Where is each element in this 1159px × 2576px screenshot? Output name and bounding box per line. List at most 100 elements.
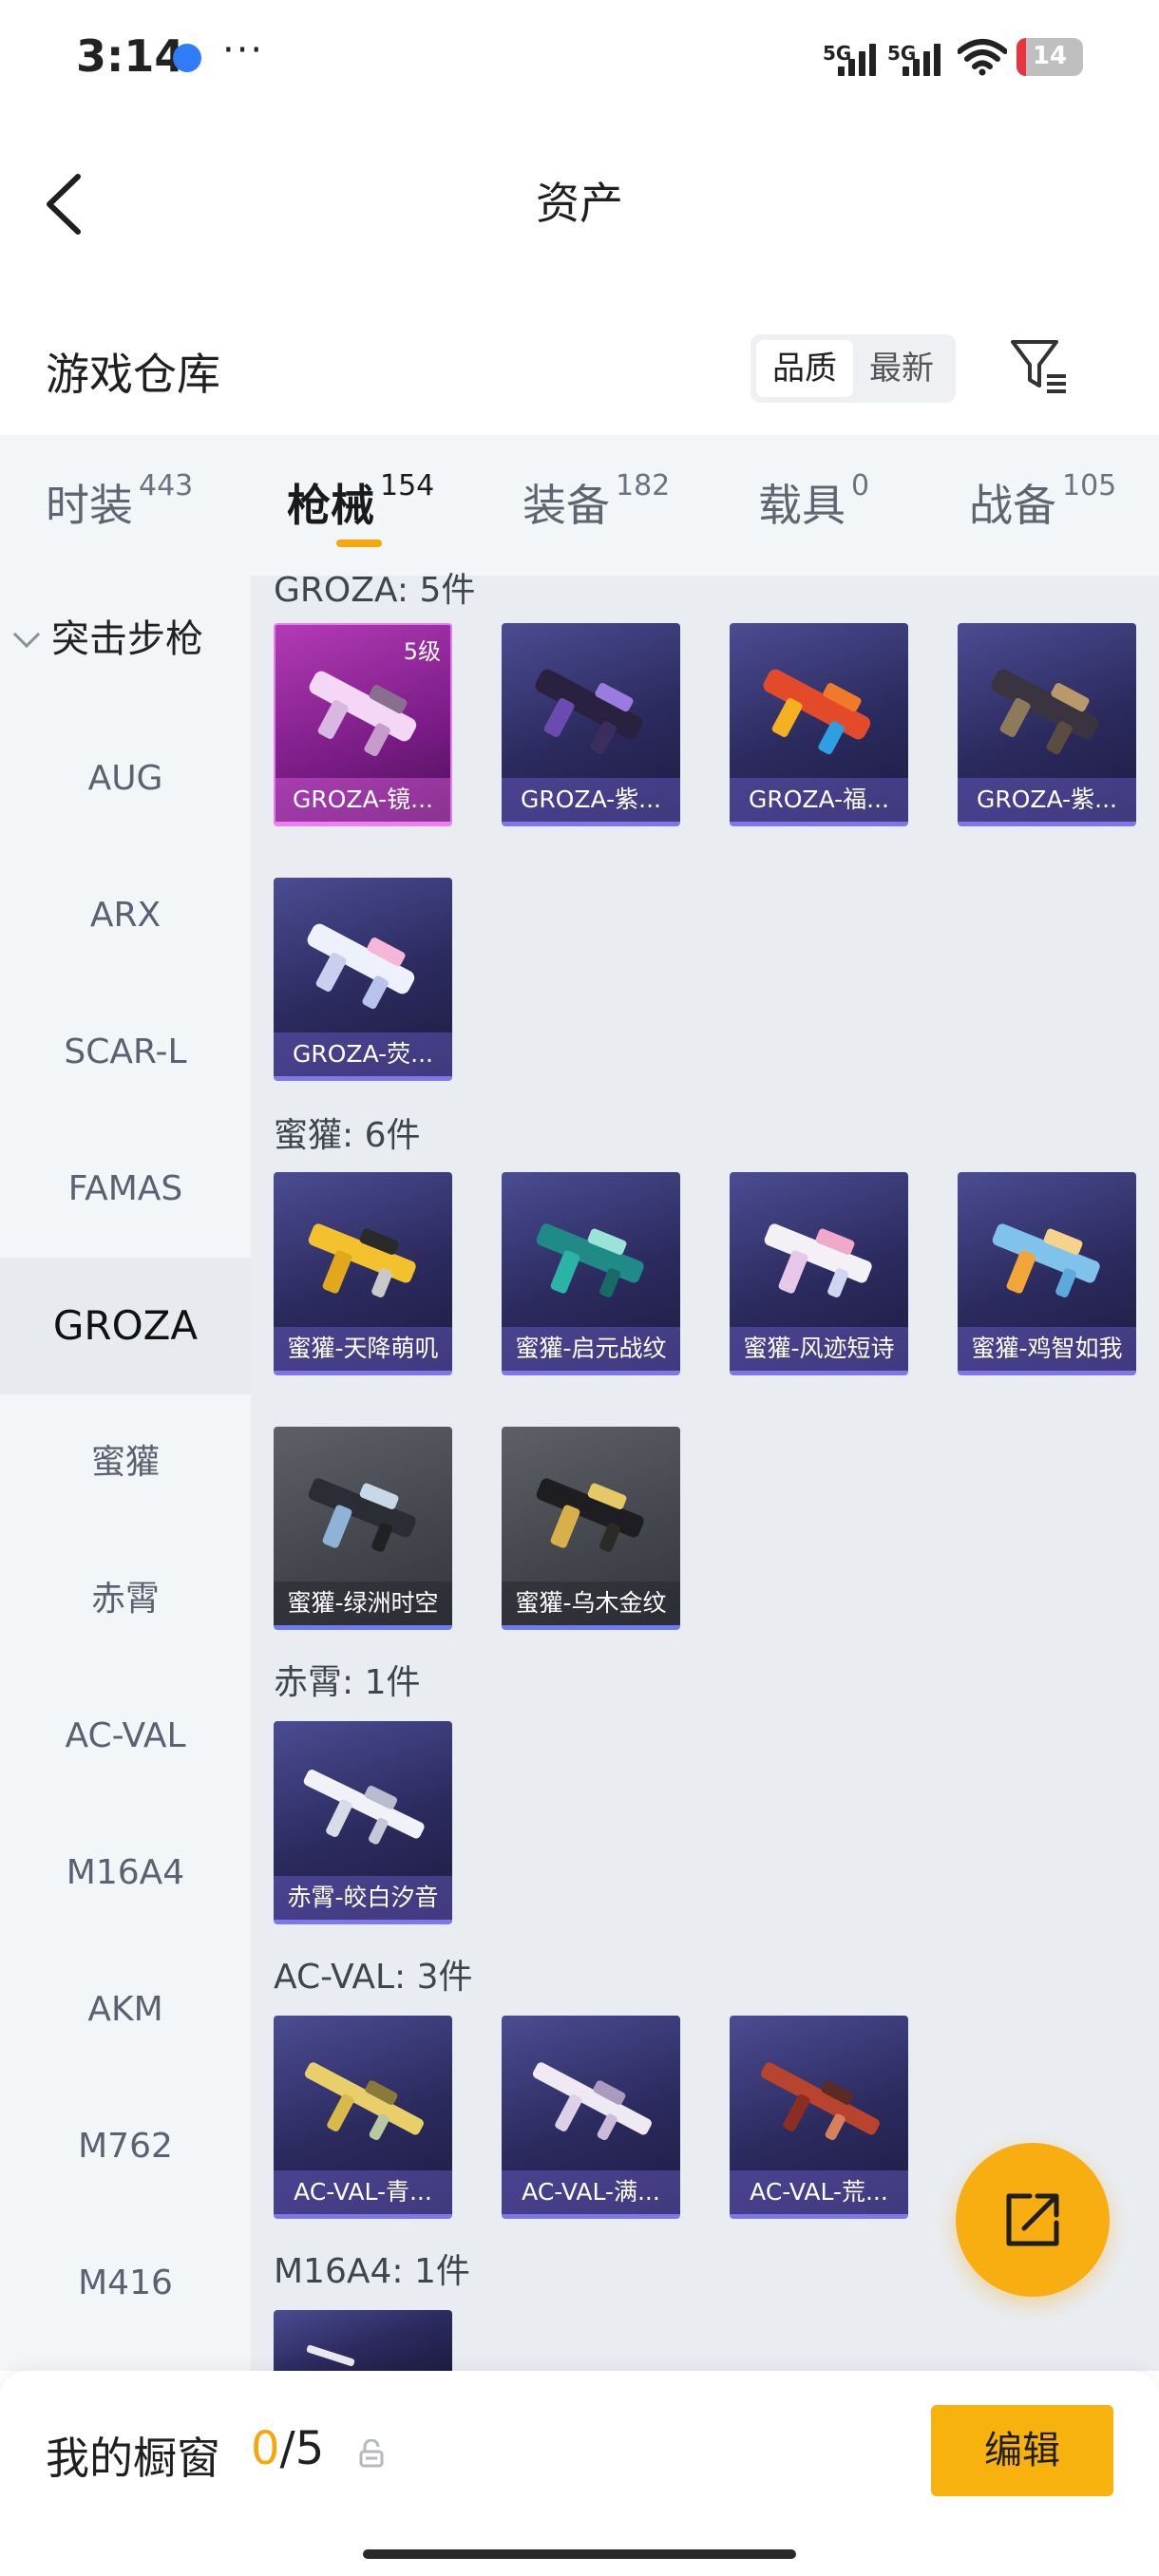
showcase-total: /5 xyxy=(279,2422,325,2475)
sidebar-item-ac-val[interactable]: AC-VAL xyxy=(0,1668,251,1805)
section-title: 游戏仓库 xyxy=(46,349,220,400)
sort-latest-button[interactable]: 最新 xyxy=(853,340,950,397)
wifi-icon xyxy=(958,39,1007,76)
skin-card[interactable]: 蜜獾-启元战纹 xyxy=(502,1172,680,1375)
gun-skin-icon xyxy=(991,669,1099,755)
tab-count: 443 xyxy=(139,469,194,502)
status-time: 3:14 xyxy=(76,30,185,82)
sort-toggle: 品质 最新 xyxy=(750,334,956,403)
active-tab-indicator xyxy=(336,540,382,547)
gun-skin-icon xyxy=(532,2062,652,2141)
skin-card[interactable]: GROZA-荧... xyxy=(274,878,452,1081)
gun-skin-icon xyxy=(536,1223,644,1297)
sidebar-category-header[interactable]: 突击步枪 xyxy=(12,608,203,663)
sort-quality-button[interactable]: 品质 xyxy=(756,340,853,397)
share-export-icon xyxy=(1006,2193,1059,2246)
skin-card[interactable]: AC-VAL-青... xyxy=(274,2016,452,2219)
gun-skin-icon xyxy=(303,1770,425,1845)
skin-card[interactable]: 蜜獾-绿洲时空 xyxy=(274,1427,452,1630)
gun-skin-icon xyxy=(304,2062,424,2141)
status-more-icon: ··· xyxy=(222,28,265,72)
sidebar-item-m762[interactable]: M762 xyxy=(0,2078,251,2215)
category-tabs: 时装 443 枪械 154 装备 182 载具 0 战备 105 xyxy=(0,435,1159,576)
edit-button[interactable]: 编辑 xyxy=(931,2405,1113,2496)
skin-card[interactable] xyxy=(274,2310,452,2371)
tab-supplies[interactable]: 战备 105 xyxy=(969,469,1117,534)
skin-card[interactable]: 蜜獾-天降萌叽 xyxy=(274,1172,452,1375)
skin-card[interactable]: 蜜獾-鸡智如我 xyxy=(958,1172,1136,1375)
showcase-used: 0 xyxy=(251,2422,280,2475)
skin-card[interactable]: 5级 GROZA-镜... xyxy=(274,623,452,826)
lock-icon xyxy=(359,2439,384,2468)
skin-card[interactable]: GROZA-紫... xyxy=(958,623,1136,826)
skin-card[interactable]: 蜜獾-风迹短诗 xyxy=(730,1172,908,1375)
level-badge: 5级 xyxy=(403,638,441,665)
sidebar-category-label: 突击步枪 xyxy=(51,617,203,661)
skin-name: 蜜獾-风迹短诗 xyxy=(730,1327,908,1371)
sidebar-item-scar-l[interactable]: SCAR-L xyxy=(0,984,251,1121)
skin-card[interactable]: AC-VAL-荒... xyxy=(730,2016,908,2219)
skin-name: AC-VAL-荒... xyxy=(730,2170,908,2214)
sidebar-item-chixiao[interactable]: 赤霄 xyxy=(0,1531,251,1668)
sidebar-item-mihuan[interactable]: 蜜獾 xyxy=(0,1394,251,1531)
sidebar-item-aug[interactable]: AUG xyxy=(0,710,251,847)
skin-name: 蜜獾-天降萌叽 xyxy=(274,1327,452,1371)
tab-vehicles[interactable]: 载具 0 xyxy=(758,469,870,534)
gun-skin-icon xyxy=(306,2344,355,2367)
sidebar-item-groza[interactable]: GROZA xyxy=(0,1258,251,1394)
skin-card[interactable]: AC-VAL-满... xyxy=(502,2016,680,2219)
page-title: 资产 xyxy=(536,178,623,229)
skin-name: GROZA-紫... xyxy=(502,778,680,822)
skin-card[interactable]: GROZA-福... xyxy=(730,623,908,826)
gun-skin-icon xyxy=(992,1223,1100,1297)
tab-count: 154 xyxy=(380,469,435,502)
gun-skin-icon xyxy=(764,1223,872,1297)
tab-label: 战备 xyxy=(969,480,1056,531)
skin-card[interactable]: 蜜獾-乌木金纹 xyxy=(502,1427,680,1630)
sidebar-item-m16a4[interactable]: M16A4 xyxy=(0,1805,251,1941)
tab-count: 0 xyxy=(851,469,870,502)
gun-skin-icon xyxy=(760,2062,880,2141)
tab-label: 装备 xyxy=(522,480,610,531)
skin-name: GROZA-福... xyxy=(730,778,908,822)
skin-name: 蜜獾-绿洲时空 xyxy=(274,1582,452,1625)
skin-name: GROZA-荧... xyxy=(274,1032,452,1076)
skin-card[interactable]: GROZA-紫... xyxy=(502,623,680,826)
tab-count: 105 xyxy=(1062,469,1117,502)
skin-name: 蜜獾-启元战纹 xyxy=(502,1327,680,1371)
sidebar-item-m416[interactable]: M416 xyxy=(0,2215,251,2352)
skin-name: AC-VAL-满... xyxy=(502,2170,680,2214)
chevron-down-icon xyxy=(12,620,41,649)
group-title-mihuan: 蜜獾: 6件 xyxy=(274,1116,421,1155)
battery-text: 14 xyxy=(1032,42,1068,70)
tab-label: 载具 xyxy=(758,480,846,531)
gun-skin-icon xyxy=(535,669,643,755)
group-title-chixiao: 赤霄: 1件 xyxy=(274,1663,421,1702)
tab-label: 时装 xyxy=(46,480,133,531)
sidebar-item-famas[interactable]: FAMAS xyxy=(0,1121,251,1258)
filter-icon[interactable] xyxy=(1009,336,1070,397)
skin-name: 蜜獾-鸡智如我 xyxy=(958,1327,1136,1371)
tab-equipment[interactable]: 装备 182 xyxy=(522,469,670,534)
battery-icon: 14 xyxy=(1016,38,1083,76)
showcase-label: 我的橱窗 xyxy=(46,2433,220,2484)
skin-card[interactable]: 赤霄-皎白汐音 xyxy=(274,1721,452,1924)
sidebar-item-arx[interactable]: ARX xyxy=(0,847,251,984)
gun-skin-icon xyxy=(763,669,871,755)
app-notification-icon xyxy=(173,44,201,72)
skin-name: 赤霄-皎白汐音 xyxy=(274,1876,452,1920)
skin-name: GROZA-镜... xyxy=(276,778,450,822)
group-title-acval: AC-VAL: 3件 xyxy=(274,1958,473,1997)
sidebar-item-akm[interactable]: AKM xyxy=(0,1941,251,2078)
gun-skin-icon xyxy=(536,1478,644,1552)
group-title-groza: GROZA: 5件 xyxy=(274,571,476,610)
share-fab-button[interactable] xyxy=(956,2143,1110,2297)
signal-bars-icon-2 xyxy=(902,40,940,76)
gun-skin-icon xyxy=(308,1223,416,1297)
showcase-count: 0/5 xyxy=(251,2422,324,2475)
home-indicator[interactable] xyxy=(363,2549,796,2559)
skin-name: AC-VAL-青... xyxy=(274,2170,452,2214)
tab-guns[interactable]: 枪械 154 xyxy=(287,469,435,534)
tab-fashion[interactable]: 时装 443 xyxy=(46,469,194,534)
gun-skin-icon xyxy=(308,1478,416,1552)
